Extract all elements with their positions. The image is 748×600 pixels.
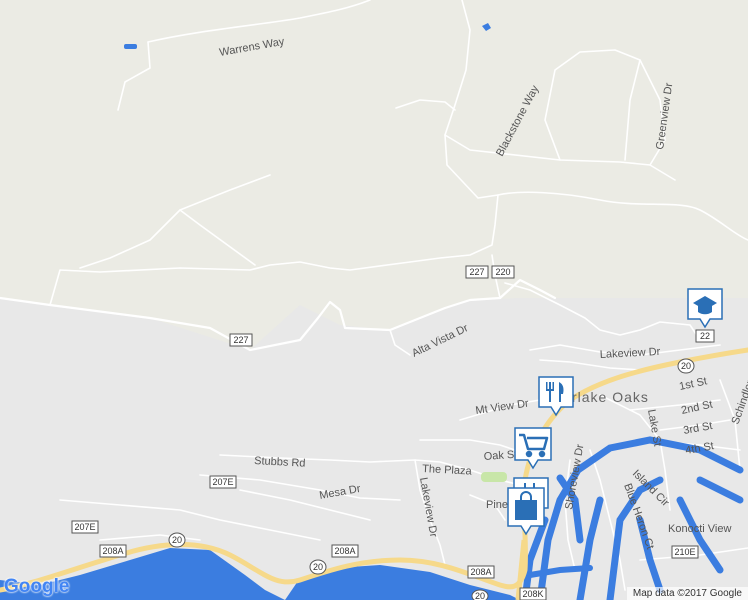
- svg-text:208A: 208A: [334, 546, 355, 556]
- svg-text:207E: 207E: [74, 522, 95, 532]
- map-canvas[interactable]: Warrens Way Blackstone Way Greenview Dr …: [0, 0, 748, 600]
- svg-text:208A: 208A: [102, 546, 123, 556]
- route-shield-207E: 207E: [209, 475, 237, 489]
- route-shield-20: 20: [677, 358, 695, 374]
- pond: [124, 44, 137, 49]
- park-area: [481, 472, 507, 482]
- route-shield-207E: 207E: [71, 520, 99, 534]
- street-label-pine: Pine: [486, 499, 508, 511]
- route-shield-208A: 208A: [467, 565, 495, 579]
- route-shield-20: 20: [309, 559, 327, 575]
- route-shield-22: 22: [695, 329, 715, 343]
- route-shield-227: 227: [229, 333, 253, 347]
- google-logo[interactable]: Google: [4, 576, 69, 598]
- town-label: rlake Oaks: [572, 389, 649, 405]
- svg-text:20: 20: [475, 591, 485, 600]
- route-shield-227: 227: [465, 265, 489, 279]
- google-logo-text: Google: [4, 576, 70, 597]
- svg-text:208A: 208A: [470, 567, 491, 577]
- route-shield-20: 20: [471, 589, 489, 600]
- route-shield-20: 20: [168, 532, 186, 548]
- street-label-oak-st: Oak St: [483, 449, 517, 463]
- svg-text:20: 20: [172, 535, 182, 545]
- street-label-konocti-view: Konocti View: [668, 523, 731, 535]
- route-shield-210E: 210E: [671, 545, 699, 559]
- route-shield-208K: 208K: [519, 587, 547, 600]
- route-shield-208A: 208A: [331, 544, 359, 558]
- map-attribution[interactable]: Map data ©2017 Google: [626, 587, 748, 600]
- svg-text:208K: 208K: [522, 589, 543, 599]
- svg-text:20: 20: [313, 562, 323, 572]
- svg-text:227: 227: [233, 335, 248, 345]
- svg-text:227: 227: [469, 267, 484, 277]
- svg-text:207E: 207E: [212, 477, 233, 487]
- svg-text:210E: 210E: [674, 547, 695, 557]
- svg-text:220: 220: [495, 267, 510, 277]
- route-shield-220: 220: [491, 265, 515, 279]
- route-shield-208A: 208A: [99, 544, 127, 558]
- svg-text:20: 20: [681, 361, 691, 371]
- svg-text:22: 22: [700, 331, 710, 341]
- hill-area: [0, 0, 748, 350]
